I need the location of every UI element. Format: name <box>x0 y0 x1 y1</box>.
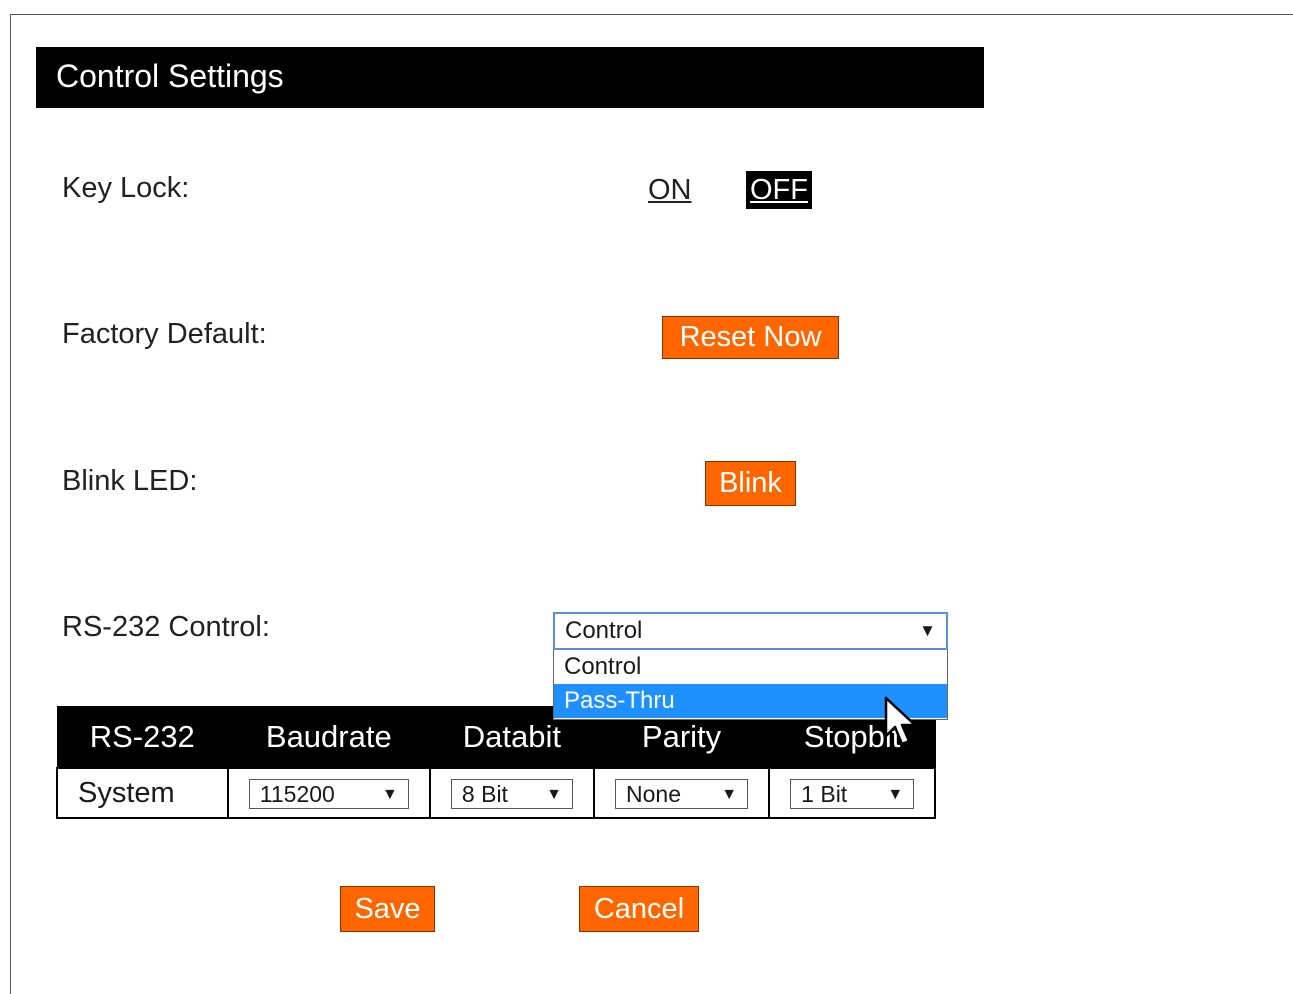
baudrate-cell: 115200 ▼ <box>226 767 432 819</box>
baudrate-select[interactable]: 115200 ▼ <box>248 778 409 809</box>
parity-value: None <box>626 780 682 807</box>
page-frame <box>10 14 1293 994</box>
databit-cell: 8 Bit ▼ <box>429 767 595 819</box>
baudrate-value: 115200 <box>259 780 335 807</box>
parity-select[interactable]: None ▼ <box>615 778 749 809</box>
mouse-pointer-icon <box>884 696 917 746</box>
dropdown-arrow-icon: ▼ <box>381 785 398 803</box>
stopbit-cell: 1 Bit ▼ <box>768 767 936 819</box>
table-row: System 115200 ▼ 8 Bit ▼ None ▼ 1 Bit ▼ <box>56 767 936 819</box>
dropdown-arrow-icon: ▼ <box>919 621 936 640</box>
save-button[interactable]: Save <box>340 886 435 932</box>
row-name-system: System <box>56 767 229 819</box>
reset-now-button[interactable]: Reset Now <box>662 316 839 359</box>
key-lock-on-link[interactable]: ON <box>644 171 696 209</box>
databit-select[interactable]: 8 Bit ▼ <box>450 778 573 809</box>
dropdown-option-control[interactable]: Control <box>554 650 947 684</box>
cancel-button[interactable]: Cancel <box>579 886 699 932</box>
rs232-settings-table: RS-232 Baudrate Databit Parity Stopbit S… <box>56 706 936 819</box>
dropdown-arrow-icon: ▼ <box>887 785 904 803</box>
key-lock-off-link[interactable]: OFF <box>746 171 812 209</box>
rs232-control-select[interactable]: Control ▼ <box>553 612 948 650</box>
stopbit-select[interactable]: 1 Bit ▼ <box>790 778 915 809</box>
stopbit-value: 1 Bit <box>801 780 848 807</box>
rs232-control-label: RS-232 Control: <box>62 611 270 643</box>
parity-cell: None ▼ <box>592 767 771 819</box>
dropdown-arrow-icon: ▼ <box>546 785 562 803</box>
header-baudrate: Baudrate <box>227 706 431 769</box>
page-title: Control Settings <box>36 47 984 108</box>
rs232-control-selected-value: Control <box>565 617 643 644</box>
dropdown-arrow-icon: ▼ <box>721 785 738 803</box>
key-lock-label: Key Lock: <box>62 172 190 204</box>
databit-value: 8 Bit <box>461 780 508 807</box>
blink-led-label: Blink LED: <box>62 465 198 497</box>
factory-default-label: Factory Default: <box>62 318 267 350</box>
blink-button[interactable]: Blink <box>705 461 796 506</box>
header-rs232: RS-232 <box>56 706 228 769</box>
